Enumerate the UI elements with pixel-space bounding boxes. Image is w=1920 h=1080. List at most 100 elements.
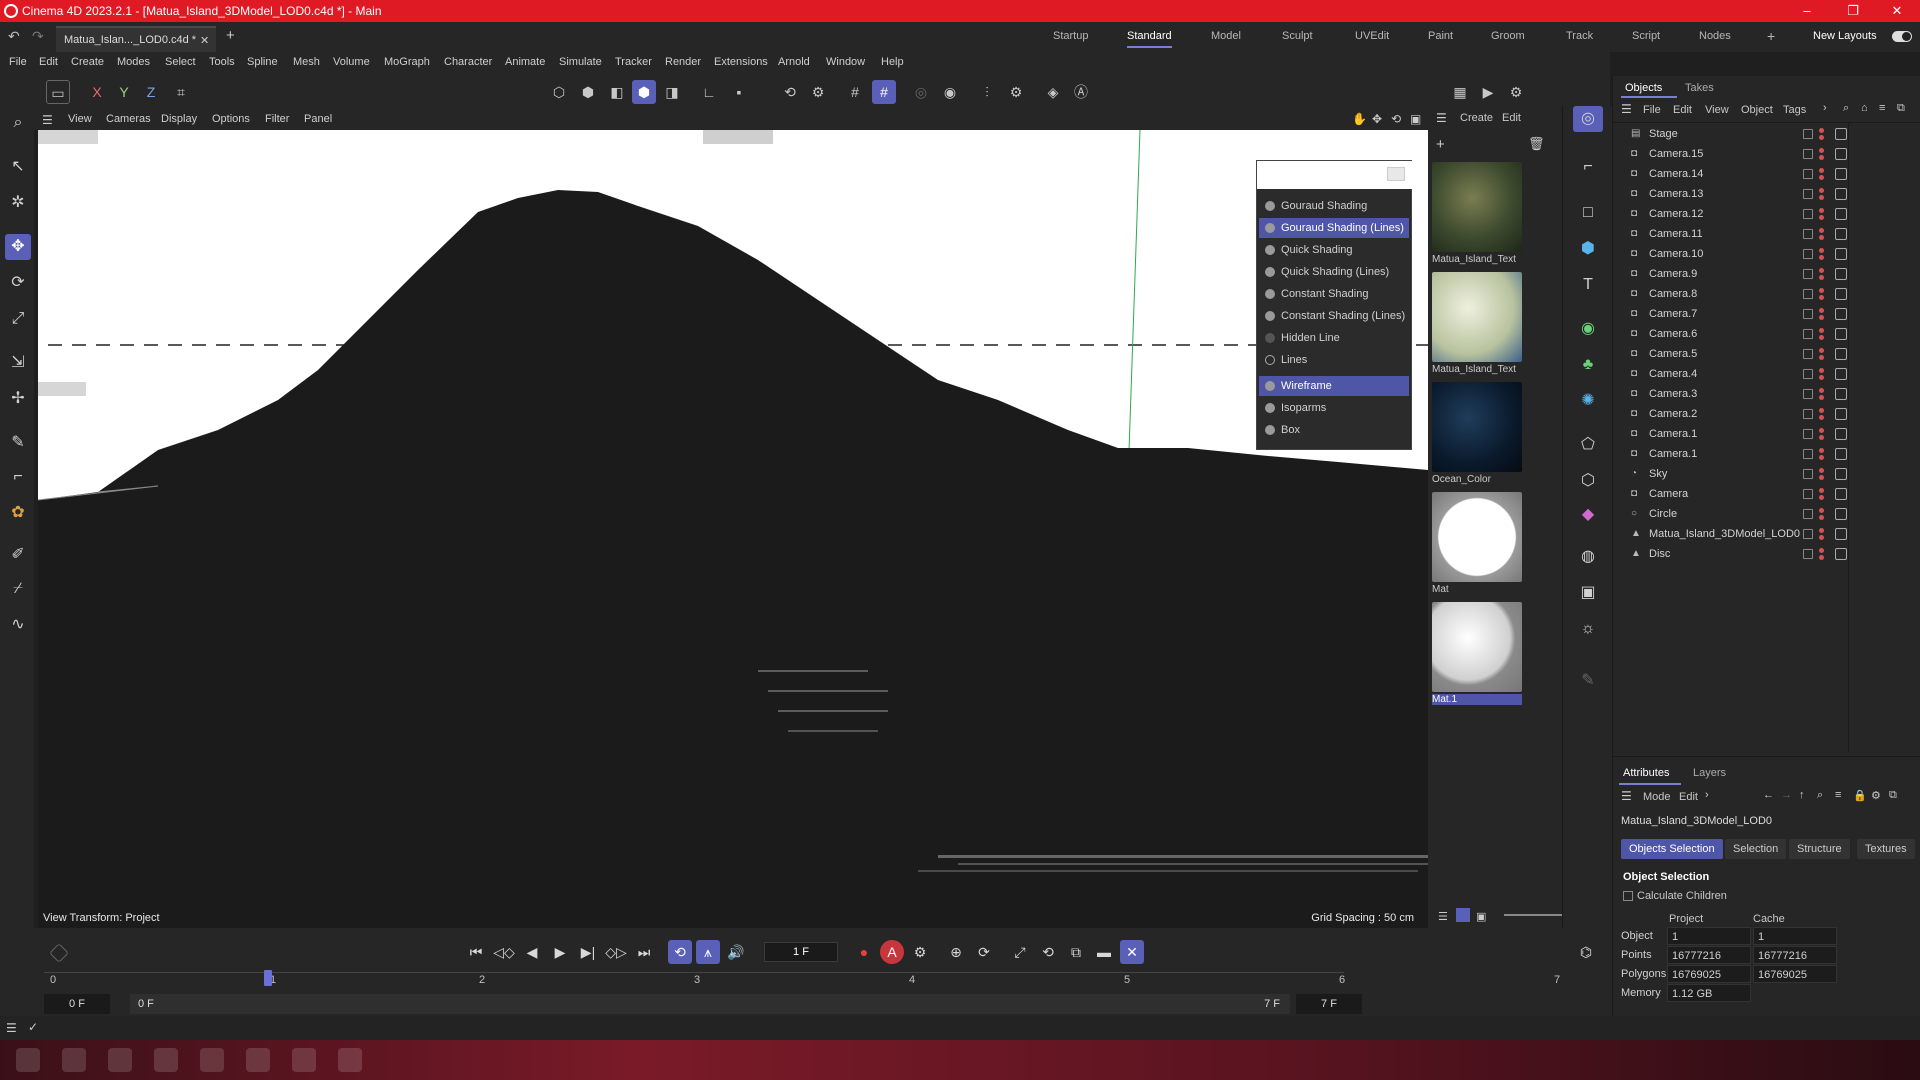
spline-pen-icon[interactable]: ✎ (5, 430, 31, 456)
document-tab[interactable]: Matua_Islan..._LOD0.c4d * ✕ (56, 26, 216, 52)
new-window-icon[interactable]: ⧉ (1897, 102, 1905, 115)
render-visibility-dot[interactable] (1819, 515, 1824, 520)
viewport-menu-cameras[interactable]: Cameras (106, 113, 151, 125)
object-tag-icon[interactable] (1835, 228, 1847, 240)
layer-toggle[interactable] (1803, 309, 1813, 319)
add-tab-button[interactable]: + (226, 27, 235, 44)
editor-visibility-dot[interactable] (1819, 228, 1824, 233)
object-tag-icon[interactable] (1835, 488, 1847, 500)
back-arrow-icon[interactable]: ← (1763, 789, 1774, 801)
layer-toggle[interactable] (1803, 449, 1813, 459)
editor-visibility-dot[interactable] (1819, 488, 1824, 493)
display-quick-shading[interactable]: Quick Shading (1259, 240, 1409, 260)
object-row[interactable]: ▲ Matua_Island_3DModel_LOD0 (1613, 524, 1920, 544)
render-visibility-dot[interactable] (1819, 295, 1824, 300)
menu-spline[interactable]: Spline (247, 56, 278, 68)
object-row[interactable]: ◘ Camera.8 (1613, 284, 1920, 304)
render-visibility-dot[interactable] (1819, 475, 1824, 480)
layout-tab-startup[interactable]: Startup (1053, 30, 1088, 42)
editor-visibility-dot[interactable] (1819, 468, 1824, 473)
subtab-textures[interactable]: Textures (1857, 839, 1915, 859)
new-window-icon[interactable]: ⧉ (1889, 789, 1897, 802)
magnet-tool-icon[interactable]: ∿ (5, 612, 31, 638)
search-icon[interactable]: ⌕ (5, 110, 31, 136)
environment-icon[interactable]: ◍ (1575, 544, 1601, 570)
object-row[interactable]: ◘ Camera.13 (1613, 184, 1920, 204)
menu-window[interactable]: Window (826, 56, 865, 68)
minimize-button[interactable]: – (1784, 0, 1830, 22)
status-check-icon[interactable]: ✓ (28, 1020, 38, 1034)
next-key-icon[interactable]: ◇▷ (604, 940, 628, 964)
close-window-button[interactable]: ✕ (1874, 0, 1920, 22)
material-menu-create[interactable]: Create (1460, 112, 1493, 124)
menu-select[interactable]: Select (165, 56, 196, 68)
edit-render-settings-icon[interactable]: ⚙ (1504, 80, 1528, 104)
record-icon[interactable]: ● (852, 940, 876, 964)
object-row[interactable]: ◘ Camera.1 (1613, 444, 1920, 464)
x-axis-lock-button[interactable]: X (85, 80, 109, 104)
object-tag-icon[interactable] (1835, 188, 1847, 200)
dolly-icon[interactable]: ✥ (1372, 112, 1382, 126)
display-wireframe[interactable]: Wireframe (1259, 376, 1409, 396)
keyframe-settings-icon[interactable]: ⚙ (908, 940, 932, 964)
layer-toggle[interactable] (1803, 229, 1813, 239)
calculate-children-checkbox[interactable] (1623, 891, 1633, 901)
object-tag-icon[interactable] (1835, 328, 1847, 340)
pan-icon[interactable]: ✋ (1352, 112, 1367, 126)
editor-visibility-dot[interactable] (1819, 188, 1824, 193)
display-gouraud-shading-lines[interactable]: Gouraud Shading (Lines) (1259, 218, 1409, 238)
material-slot[interactable]: Matua_Island_Text (1432, 162, 1522, 265)
close-tab-icon[interactable]: ✕ (200, 34, 209, 47)
menu-animate[interactable]: Animate (505, 56, 545, 68)
y-axis-lock-button[interactable]: Y (112, 80, 136, 104)
editor-visibility-dot[interactable] (1819, 208, 1824, 213)
render-visibility-dot[interactable] (1819, 355, 1824, 360)
taskbar-app-icon[interactable] (108, 1048, 132, 1072)
edges-mode-icon[interactable]: ⬢ (576, 80, 600, 104)
display-hidden-line[interactable]: Hidden Line (1259, 328, 1409, 348)
layout-tab-script[interactable]: Script (1632, 30, 1660, 42)
maximize-viewport-icon[interactable]: ▣ (1410, 112, 1421, 126)
layer-toggle[interactable] (1803, 549, 1813, 559)
editor-visibility-dot[interactable] (1819, 328, 1824, 333)
render-settings-icon[interactable]: ◉ (938, 80, 962, 104)
workplane-snap-icon[interactable]: # (872, 80, 896, 104)
render-visibility-dot[interactable] (1819, 315, 1824, 320)
menu-file[interactable]: File (9, 56, 27, 68)
generator-icon[interactable]: ◉ (1575, 316, 1601, 342)
object-row[interactable]: ◘ Camera.9 (1613, 264, 1920, 284)
menu-render[interactable]: Render (665, 56, 701, 68)
editor-visibility-dot[interactable] (1819, 368, 1824, 373)
render-visibility-dot[interactable] (1819, 455, 1824, 460)
taskbar-app-icon[interactable] (154, 1048, 178, 1072)
editor-visibility-dot[interactable] (1819, 448, 1824, 453)
render-to-picture-viewer-icon[interactable]: ▶ (1476, 80, 1500, 104)
polygons-mode-icon[interactable]: ◧ (605, 80, 629, 104)
search-icon[interactable]: ⌕ (1843, 102, 1849, 115)
current-frame-field[interactable]: 1 F (764, 942, 838, 962)
layout-tab-groom[interactable]: Groom (1491, 30, 1525, 42)
layout-tab-model[interactable]: Model (1211, 30, 1241, 42)
tab-takes[interactable]: Takes (1685, 82, 1714, 94)
layer-toggle[interactable] (1803, 509, 1813, 519)
large-view-icon[interactable]: ▣ (1476, 910, 1486, 923)
object-tag-icon[interactable] (1835, 388, 1847, 400)
editor-visibility-dot[interactable] (1819, 308, 1824, 313)
previous-frame-icon[interactable]: ◀ (520, 940, 544, 964)
render-visibility-dot[interactable] (1819, 155, 1824, 160)
layout-tab-sculpt[interactable]: Sculpt (1282, 30, 1313, 42)
menu-edit[interactable]: Edit (39, 56, 58, 68)
playhead[interactable] (264, 970, 272, 986)
display-constant-shading[interactable]: Constant Shading (1259, 284, 1409, 304)
menu-tracker[interactable]: Tracker (615, 56, 652, 68)
up-arrow-icon[interactable]: ↑ (1799, 789, 1805, 801)
forward-arrow-icon[interactable]: → (1781, 789, 1792, 801)
redo-icon[interactable]: ↷ (32, 28, 44, 45)
object-row[interactable]: ◘ Camera.5 (1613, 344, 1920, 364)
objects-menu-edit[interactable]: Edit (1673, 104, 1692, 116)
object-row[interactable]: ◔ Sky (1613, 464, 1920, 484)
field-icon[interactable]: ⬠ (1575, 432, 1601, 458)
text-spline-icon[interactable]: T (1575, 272, 1601, 298)
status-hamburger-icon[interactable]: ☰ (6, 1021, 17, 1035)
object-tag-icon[interactable] (1835, 508, 1847, 520)
